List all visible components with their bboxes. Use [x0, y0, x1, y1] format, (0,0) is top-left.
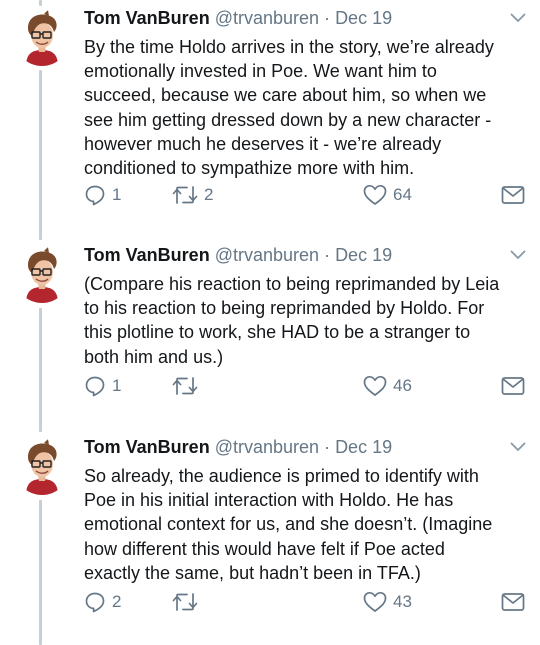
reply-icon [84, 375, 106, 397]
like-button[interactable]: 43 [363, 589, 412, 615]
tweet-text-line: see him getting dressed down by a new ch… [84, 109, 492, 130]
retweet-icon [172, 375, 198, 397]
author-handle[interactable]: @trvanburen [215, 8, 319, 28]
tweet-date[interactable]: Dec 19 [335, 8, 392, 28]
avatar[interactable] [14, 10, 70, 66]
separator: · [324, 8, 331, 28]
tweet-text-line: conditioned to sympathize more with him. [84, 158, 415, 179]
tweet-header: Tom VanBuren @trvanburen · Dec 19 [84, 243, 520, 267]
tweet[interactable]: Tom VanBuren @trvanburen · Dec 19 So alr… [0, 435, 540, 620]
author-name[interactable]: Tom VanBuren [84, 437, 210, 457]
mail-icon [501, 376, 525, 396]
tweet-text-line: (Compare his reaction to being reprimand… [84, 274, 500, 294]
chevron-down-icon[interactable] [510, 250, 526, 260]
chevron-down-icon[interactable] [510, 13, 526, 23]
like-button[interactable]: 46 [363, 373, 412, 399]
tweet-text: So already, the audience is primed to id… [84, 464, 529, 585]
tweet-actions: 1 2 64 [84, 182, 529, 208]
retweet-icon [172, 591, 198, 613]
tweet-date[interactable]: Dec 19 [335, 245, 392, 265]
like-count: 43 [393, 592, 412, 611]
tweet-text-line: By the time Holdo arrives in the story, … [84, 37, 494, 57]
tweet-date[interactable]: Dec 19 [335, 437, 392, 457]
tweet-text-line: to his reaction to being reprimanded by … [84, 298, 485, 319]
tweet-text-line: exactly the same, but hadn’t been in TFA… [84, 562, 421, 583]
tweet-text: (Compare his reaction to being reprimand… [84, 272, 529, 369]
tweet-text-line: both him and us.) [84, 346, 224, 367]
tweet-actions: 1 46 [84, 373, 529, 399]
author-name[interactable]: Tom VanBuren [84, 8, 210, 28]
tweet-text: By the time Holdo arrives in the story, … [84, 35, 529, 180]
reply-button[interactable]: 1 [84, 373, 121, 399]
dm-button[interactable] [501, 182, 525, 208]
like-count: 64 [393, 185, 412, 204]
reply-count: 1 [112, 376, 122, 395]
reply-button[interactable]: 1 [84, 182, 121, 208]
tweet-text-line: Poe in his initial interaction with Hold… [84, 490, 454, 511]
reply-count: 1 [112, 185, 122, 204]
like-count: 46 [393, 376, 412, 395]
tweet-header: Tom VanBuren @trvanburen · Dec 19 [84, 6, 520, 30]
mail-icon [501, 185, 525, 205]
separator: · [324, 245, 331, 265]
tweet-text-line: emotionally invested in Poe. We want him… [84, 61, 437, 82]
mail-icon [501, 592, 525, 612]
reply-button[interactable]: 2 [84, 589, 121, 615]
retweet-button[interactable] [172, 373, 204, 399]
avatar[interactable] [14, 439, 70, 495]
tweet-text-line: how different this would have felt if Po… [84, 538, 445, 559]
retweet-button[interactable]: 2 [172, 182, 213, 208]
tweet-text-line: So already, the audience is primed to id… [84, 466, 479, 486]
author-handle[interactable]: @trvanburen [215, 437, 319, 457]
retweet-icon [172, 184, 198, 206]
tweet-text-line: succeed, because we care about him, so w… [84, 85, 487, 106]
like-button[interactable]: 64 [363, 182, 412, 208]
heart-icon [363, 591, 387, 613]
separator: · [324, 437, 331, 457]
reply-count: 2 [112, 592, 122, 611]
heart-icon [363, 375, 387, 397]
dm-button[interactable] [501, 589, 525, 615]
reply-icon [84, 591, 106, 613]
avatar[interactable] [14, 247, 70, 303]
tweet-text-line: this plotline to work, she HAD to be a s… [84, 322, 471, 343]
reply-icon [84, 184, 106, 206]
tweet-text-line: however much he deserves it - we’re alre… [84, 133, 442, 154]
tweet-actions: 2 43 [84, 589, 529, 615]
author-name[interactable]: Tom VanBuren [84, 245, 210, 265]
retweet-button[interactable] [172, 589, 204, 615]
tweet-text-line: emotional context for us, and she doesn’… [84, 514, 493, 535]
author-handle[interactable]: @trvanburen [215, 245, 319, 265]
tweet-header: Tom VanBuren @trvanburen · Dec 19 [84, 435, 520, 459]
tweet[interactable]: Tom VanBuren @trvanburen · Dec 19 (Compa… [0, 243, 540, 413]
dm-button[interactable] [501, 373, 525, 399]
tweet[interactable]: Tom VanBuren @trvanburen · Dec 19 By the… [0, 6, 540, 216]
chevron-down-icon[interactable] [510, 442, 526, 452]
retweet-count: 2 [204, 185, 214, 204]
heart-icon [363, 184, 387, 206]
